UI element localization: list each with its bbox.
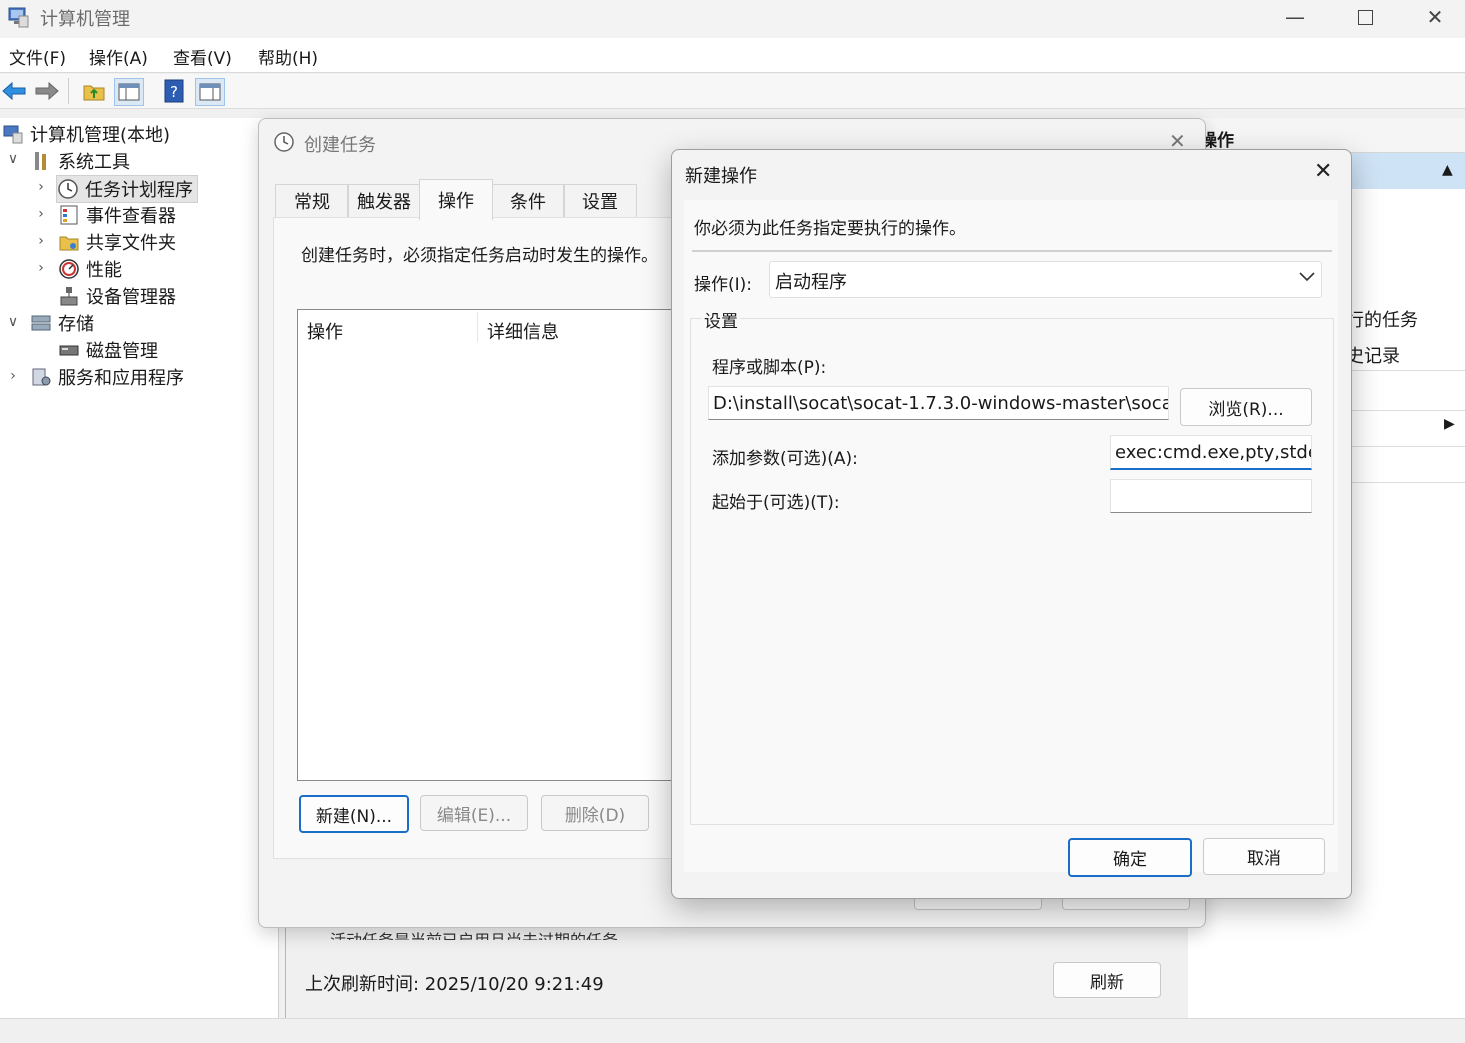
tree-item-storage[interactable]: 存储 xyxy=(30,310,94,336)
edit-action-button[interactable]: 编辑(E)... xyxy=(420,795,528,831)
computer-management-icon xyxy=(6,5,30,29)
svg-text:?: ? xyxy=(170,83,178,101)
tree-label: 服务和应用程序 xyxy=(58,368,184,389)
tree-item-disk-management[interactable]: 磁盘管理 xyxy=(58,337,158,363)
tab-actions[interactable]: 操作 xyxy=(419,179,493,220)
actions-description: 创建任务时，必须指定任务启动时发生的操作。 xyxy=(301,246,658,266)
tree-label: 计算机管理(本地) xyxy=(30,125,171,146)
menu-file[interactable]: 文件(F) xyxy=(9,44,66,69)
minimize-button[interactable]: — xyxy=(1260,0,1330,34)
tree-label: 任务计划程序 xyxy=(85,180,193,201)
action-type-value: 启动程序 xyxy=(775,272,847,293)
storage-icon xyxy=(30,312,52,334)
tree-item-root[interactable]: 计算机管理(本地) xyxy=(2,121,170,147)
tree-label: 系统工具 xyxy=(58,152,130,173)
device-manager-icon xyxy=(58,285,80,307)
chevron-down-icon[interactable]: ∨ xyxy=(6,314,20,330)
close-icon: ✕ xyxy=(1426,5,1444,29)
minimize-icon: — xyxy=(1285,5,1305,29)
active-tasks-notice: 活动任务是当前已启用且尚未过期的任务 xyxy=(330,930,618,940)
action-type-select[interactable] xyxy=(769,261,1322,298)
settings-group-label: 设置 xyxy=(702,307,740,332)
arguments-label: 添加参数(可选)(A): xyxy=(712,449,858,469)
tab-conditions[interactable]: 条件 xyxy=(491,184,565,217)
clock-icon xyxy=(57,178,79,200)
new-action-dialog: 新建操作 ✕ 你必须为此任务指定要执行的操作。 操作(I): 启动程序 设置 程… xyxy=(671,149,1352,899)
new-action-button[interactable]: 新建(N)... xyxy=(299,795,409,833)
column-header-action[interactable]: 操作 xyxy=(307,318,343,344)
chevron-down-icon[interactable]: ∨ xyxy=(6,151,20,167)
clock-icon xyxy=(273,131,295,158)
navigation-tree: 计算机管理(本地) ∨ 系统工具 › 任务计划程序 › 事件查看器 › 共享文件… xyxy=(0,118,279,1018)
tree-label: 磁盘管理 xyxy=(86,341,158,362)
tree-label: 性能 xyxy=(86,260,122,281)
tree-item-system-tools[interactable]: 系统工具 xyxy=(30,148,130,174)
program-input[interactable]: D:\install\socat\socat-1.7.3.0-windows-m… xyxy=(708,386,1169,420)
tab-triggers[interactable]: 触发器 xyxy=(347,184,421,217)
window-title: 计算机管理 xyxy=(40,9,130,30)
arguments-input[interactable]: exec:cmd.exe,pty,stderr xyxy=(1110,435,1312,470)
performance-icon xyxy=(58,258,80,280)
tree-item-shared-folders[interactable]: 共享文件夹 xyxy=(58,229,176,255)
browse-button[interactable]: 浏览(R)... xyxy=(1180,388,1312,426)
column-header-details[interactable]: 详细信息 xyxy=(487,318,559,344)
tree-label: 事件查看器 xyxy=(86,206,176,227)
program-label: 程序或脚本(P): xyxy=(712,358,827,378)
forward-arrow-icon[interactable] xyxy=(33,78,61,104)
tab-settings[interactable]: 设置 xyxy=(563,184,637,217)
start-in-label: 起始于(可选)(T): xyxy=(712,493,840,513)
up-folder-icon[interactable] xyxy=(80,78,108,104)
dialog-title: 新建操作 xyxy=(685,166,757,187)
instruction-text: 你必须为此任务指定要执行的操作。 xyxy=(694,219,966,239)
tree-item-performance[interactable]: 性能 xyxy=(58,256,122,282)
back-arrow-icon[interactable] xyxy=(0,78,28,104)
maximize-icon xyxy=(1357,9,1373,25)
menu-action[interactable]: 操作(A) xyxy=(89,44,148,69)
tools-icon xyxy=(30,150,52,172)
start-in-input[interactable] xyxy=(1110,479,1312,513)
tree-item-task-scheduler[interactable]: 任务计划程序 xyxy=(56,175,198,203)
event-viewer-icon xyxy=(58,204,80,226)
show-action-pane-icon[interactable] xyxy=(195,78,225,106)
chevron-right-icon[interactable]: › xyxy=(34,206,48,222)
actions-list[interactable] xyxy=(297,309,679,781)
action-type-label: 操作(I): xyxy=(694,275,753,295)
tree-label: 存储 xyxy=(58,314,94,335)
title-bar xyxy=(0,0,1465,38)
dialog-title: 创建任务 xyxy=(304,135,376,156)
close-button[interactable]: ✕ xyxy=(1400,0,1465,34)
chevron-right-icon[interactable]: › xyxy=(34,179,48,195)
chevron-right-icon[interactable]: › xyxy=(34,233,48,249)
toolbar-separator xyxy=(68,78,69,104)
close-icon[interactable]: ✕ xyxy=(1314,159,1332,184)
tab-general[interactable]: 常规 xyxy=(275,184,349,217)
disk-icon xyxy=(58,339,80,361)
tree-label: 共享文件夹 xyxy=(86,233,176,254)
services-icon xyxy=(30,366,52,388)
menu-view[interactable]: 查看(V) xyxy=(173,44,232,69)
collapse-up-icon[interactable]: ▲ xyxy=(1442,162,1453,178)
cancel-button[interactable]: 取消 xyxy=(1203,838,1325,875)
column-divider xyxy=(477,312,478,342)
show-hide-tree-icon[interactable] xyxy=(114,78,144,106)
status-bar xyxy=(0,1018,1465,1043)
chevron-down-icon[interactable] xyxy=(1298,267,1316,290)
delete-action-button[interactable]: 删除(D) xyxy=(541,795,649,831)
maximize-button[interactable] xyxy=(1330,0,1400,34)
refresh-button[interactable]: 刷新 xyxy=(1053,962,1161,998)
help-icon[interactable]: ? xyxy=(160,78,188,104)
tree-item-services-apps[interactable]: 服务和应用程序 xyxy=(30,364,184,390)
computer-management-icon xyxy=(2,123,24,145)
menu-help[interactable]: 帮助(H) xyxy=(258,44,318,69)
chevron-right-icon[interactable]: › xyxy=(34,260,48,276)
tree-label: 设备管理器 xyxy=(86,287,176,308)
submenu-arrow-icon[interactable]: ▶ xyxy=(1444,416,1455,432)
divider xyxy=(692,250,1332,252)
tree-item-event-viewer[interactable]: 事件查看器 xyxy=(58,202,176,228)
ok-button[interactable]: 确定 xyxy=(1068,838,1192,877)
shared-folder-icon xyxy=(58,231,80,253)
chevron-right-icon[interactable]: › xyxy=(6,368,20,384)
last-refresh-text: 上次刷新时间: 2025/10/20 9:21:49 xyxy=(305,974,604,995)
tree-item-device-manager[interactable]: 设备管理器 xyxy=(58,283,176,309)
